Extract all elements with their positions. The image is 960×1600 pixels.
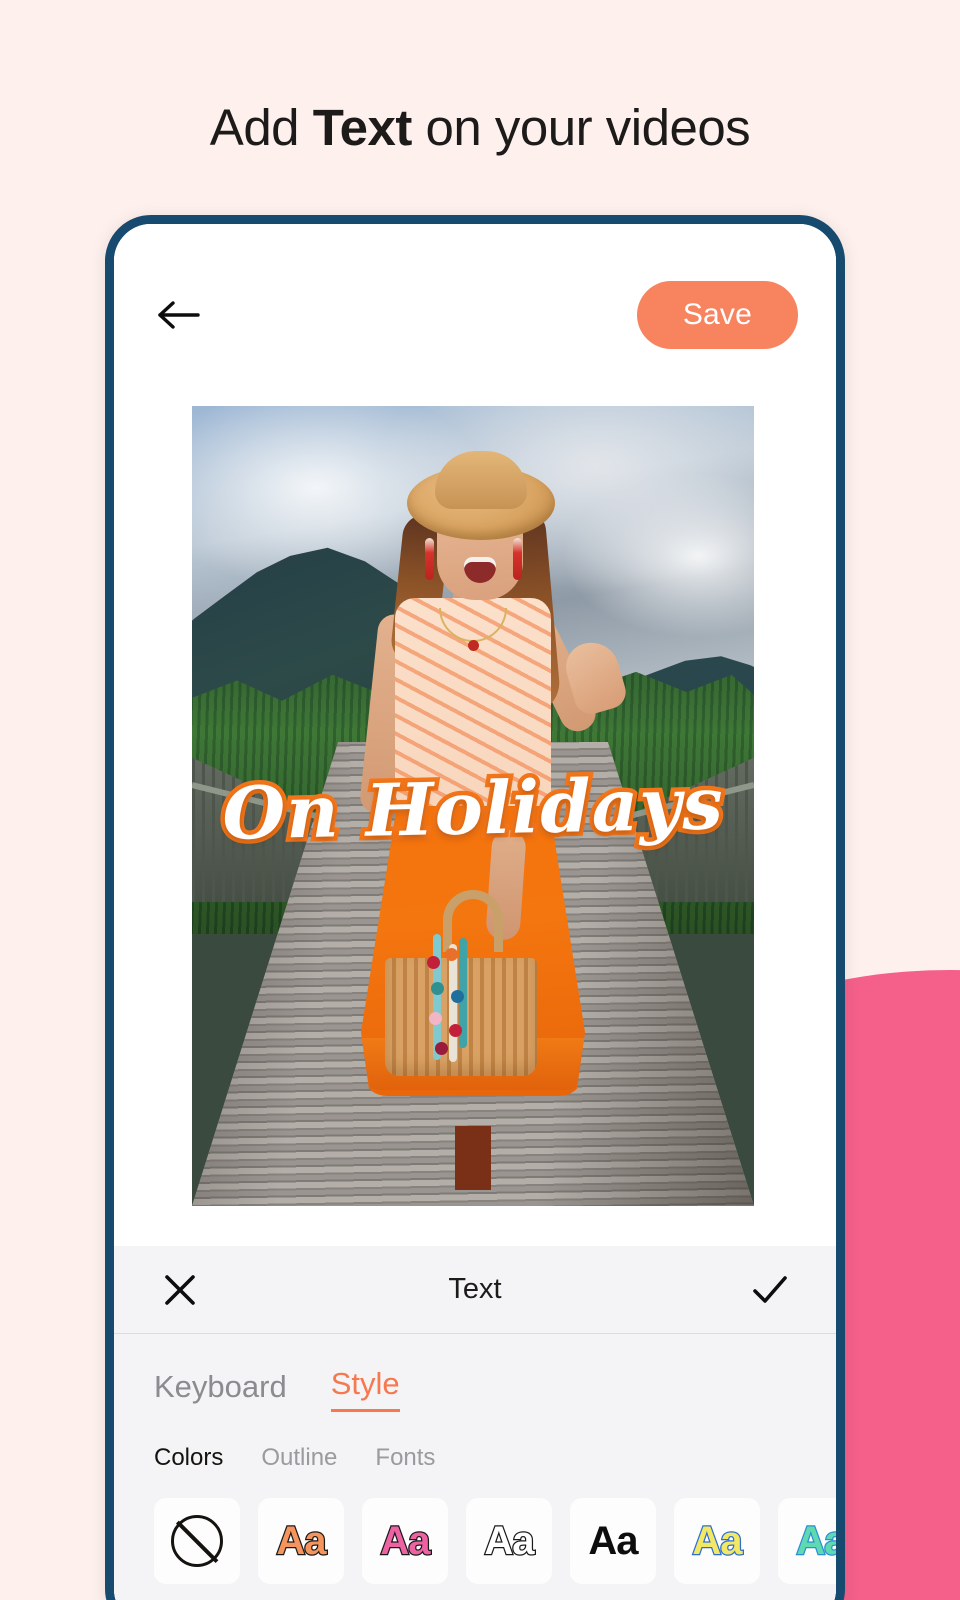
color-swatch-teal[interactable]: Aa bbox=[778, 1498, 836, 1584]
editor-title: Text bbox=[448, 1273, 502, 1305]
swatch-label: Aa bbox=[691, 1519, 744, 1563]
color-swatch-orange[interactable]: Aa bbox=[258, 1498, 344, 1584]
pompom bbox=[449, 1024, 462, 1037]
close-icon bbox=[165, 1274, 195, 1305]
pompom bbox=[435, 1042, 448, 1055]
swatch-label: Aa bbox=[275, 1519, 328, 1563]
tab-keyboard[interactable]: Keyboard bbox=[154, 1369, 287, 1412]
pompom bbox=[429, 1012, 442, 1025]
subtab-colors[interactable]: Colors bbox=[154, 1444, 223, 1472]
headline-suffix: on your videos bbox=[411, 99, 751, 156]
color-swatch-none[interactable] bbox=[154, 1498, 240, 1584]
color-swatch-black[interactable]: Aa bbox=[570, 1498, 656, 1584]
video-preview-canvas[interactable]: On Holidays bbox=[192, 406, 754, 1206]
subtab-fonts[interactable]: Fonts bbox=[375, 1444, 435, 1472]
pompom bbox=[427, 956, 440, 969]
tab-style[interactable]: Style bbox=[330, 1366, 400, 1412]
pompom bbox=[431, 982, 444, 995]
mouth bbox=[464, 557, 496, 584]
editor-toolbar: Text bbox=[114, 1246, 836, 1334]
arrow-left-icon bbox=[158, 301, 200, 329]
subtab-outline[interactable]: Outline bbox=[261, 1444, 337, 1472]
pompom bbox=[445, 948, 458, 961]
color-swatch-row[interactable]: AaAaAaAaAaAaAa bbox=[114, 1472, 836, 1584]
confirm-button[interactable] bbox=[748, 1268, 792, 1312]
app-top-bar: Save bbox=[114, 224, 836, 406]
save-button[interactable]: Save bbox=[636, 281, 798, 349]
phone-screen: Save On Holidays Text Keyboard Style Col… bbox=[114, 224, 836, 1600]
earring-right bbox=[513, 538, 522, 580]
headline-bold: Text bbox=[312, 99, 413, 156]
straw-hat-crown bbox=[435, 450, 527, 509]
swatch-label: Aa bbox=[379, 1519, 432, 1563]
color-swatch-yellow[interactable]: Aa bbox=[674, 1498, 760, 1584]
page-title: Add Text on your videos bbox=[0, 98, 960, 157]
swatch-label: Aa bbox=[795, 1519, 836, 1563]
pompom-tassels bbox=[425, 934, 471, 1074]
check-icon bbox=[753, 1275, 787, 1303]
ribbon bbox=[449, 944, 457, 1062]
headline-prefix: Add bbox=[209, 99, 313, 156]
back-button[interactable] bbox=[156, 295, 204, 335]
phone-frame: Save On Holidays Text Keyboard Style Col… bbox=[105, 215, 845, 1600]
pompom bbox=[451, 990, 464, 1003]
text-editor-panel: Text Keyboard Style Colors Outline Fonts… bbox=[114, 1246, 836, 1600]
swatch-label: Aa bbox=[588, 1519, 638, 1563]
text-overlay[interactable]: On Holidays bbox=[217, 756, 729, 860]
swatch-label: Aa bbox=[483, 1519, 536, 1563]
earring-left bbox=[425, 538, 434, 580]
style-sub-tabs: Colors Outline Fonts bbox=[114, 1412, 836, 1472]
color-swatch-pink[interactable]: Aa bbox=[362, 1498, 448, 1584]
color-swatch-white[interactable]: Aa bbox=[466, 1498, 552, 1584]
cancel-button[interactable] bbox=[158, 1268, 202, 1312]
no-color-icon bbox=[171, 1515, 223, 1567]
leg bbox=[455, 1126, 491, 1190]
editor-mode-tabs: Keyboard Style bbox=[114, 1334, 836, 1412]
